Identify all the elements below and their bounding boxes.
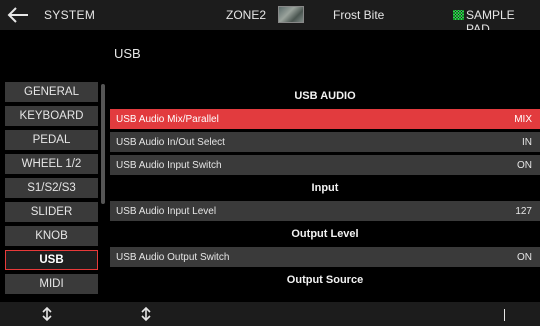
param-label: USB Audio Output Switch [116, 251, 230, 263]
param-row-usb-audio-input-level[interactable]: USB Audio Input Level 127 [110, 201, 540, 221]
pad-grid-icon[interactable] [453, 10, 464, 20]
back-button[interactable] [0, 0, 36, 30]
sidebar-item-label: WHEEL 1/2 [21, 158, 82, 170]
param-value: MIX [514, 113, 532, 125]
section-header-label: USB AUDIO [294, 90, 356, 102]
tone-name[interactable]: Frost Bite [333, 8, 384, 22]
bottom-bar [0, 302, 540, 326]
value-cursor-indicator [504, 309, 505, 321]
sidebar-item-label: SLIDER [30, 206, 73, 218]
back-arrow-icon [7, 7, 28, 23]
list-scroll-updown-icon[interactable] [140, 306, 152, 322]
param-value: ON [517, 251, 532, 263]
param-label: USB Audio Input Switch [116, 159, 222, 171]
param-value: ON [517, 159, 532, 171]
sidebar-scrollbar[interactable] [101, 84, 105, 204]
sidebar-item-label: S1/S2/S3 [27, 182, 76, 194]
section-header-label: Output Source [286, 274, 364, 286]
param-label: USB Audio In/Out Select [116, 136, 225, 148]
section-header-label: Input [311, 182, 339, 194]
param-value: IN [522, 136, 532, 148]
param-row-usb-audio-output-switch[interactable]: USB Audio Output Switch ON [110, 247, 540, 267]
sidebar-item-keyboard[interactable]: KEYBOARD [5, 106, 98, 126]
tone-thumbnail-icon[interactable] [278, 6, 304, 23]
param-value: 127 [515, 205, 532, 217]
sidebar-item-label: GENERAL [24, 86, 79, 98]
sidebar-item-label: KNOB [35, 230, 68, 242]
sidebar-item-pedal[interactable]: PEDAL [5, 130, 98, 150]
sidebar-item-usb[interactable]: USB [5, 250, 98, 270]
param-label: USB Audio Mix/Parallel [116, 113, 219, 125]
section-header-input: Input [110, 178, 540, 198]
section-header-output-level: Output Level [110, 224, 540, 244]
sidebar-scroll-updown-icon[interactable] [41, 306, 53, 322]
param-label: USB Audio Input Level [116, 205, 217, 217]
param-row-usb-audio-in-out-select[interactable]: USB Audio In/Out Select IN [110, 132, 540, 152]
section-header-label: Output Level [291, 228, 359, 240]
param-row-usb-audio-mix-parallel[interactable]: USB Audio Mix/Parallel MIX [110, 109, 540, 129]
sidebar-item-label: PEDAL [32, 134, 71, 146]
sidebar-item-slider[interactable]: SLIDER [5, 202, 98, 222]
sidebar-item-wheel[interactable]: WHEEL 1/2 [5, 154, 98, 174]
sidebar-item-general[interactable]: GENERAL [5, 82, 98, 102]
section-header-output-source: Output Source [110, 270, 540, 290]
top-bar: SYSTEM ZONE2 Frost Bite SAMPLE PAD [0, 0, 540, 36]
sidebar-item-label: MIDI [39, 278, 64, 290]
title-band [0, 30, 540, 80]
sidebar-item-knob[interactable]: KNOB [5, 226, 98, 246]
param-row-usb-audio-input-switch[interactable]: USB Audio Input Switch ON [110, 155, 540, 175]
zone-label[interactable]: ZONE2 [226, 8, 266, 22]
sidebar-item-label: KEYBOARD [19, 110, 84, 122]
page-title: USB [114, 46, 141, 61]
sidebar-item-label: USB [39, 254, 64, 266]
system-label: SYSTEM [44, 8, 96, 22]
sidebar-item-s1s2s3[interactable]: S1/S2/S3 [5, 178, 98, 198]
section-header-usb-audio: USB AUDIO [110, 86, 540, 106]
sidebar-item-midi[interactable]: MIDI [5, 274, 98, 294]
